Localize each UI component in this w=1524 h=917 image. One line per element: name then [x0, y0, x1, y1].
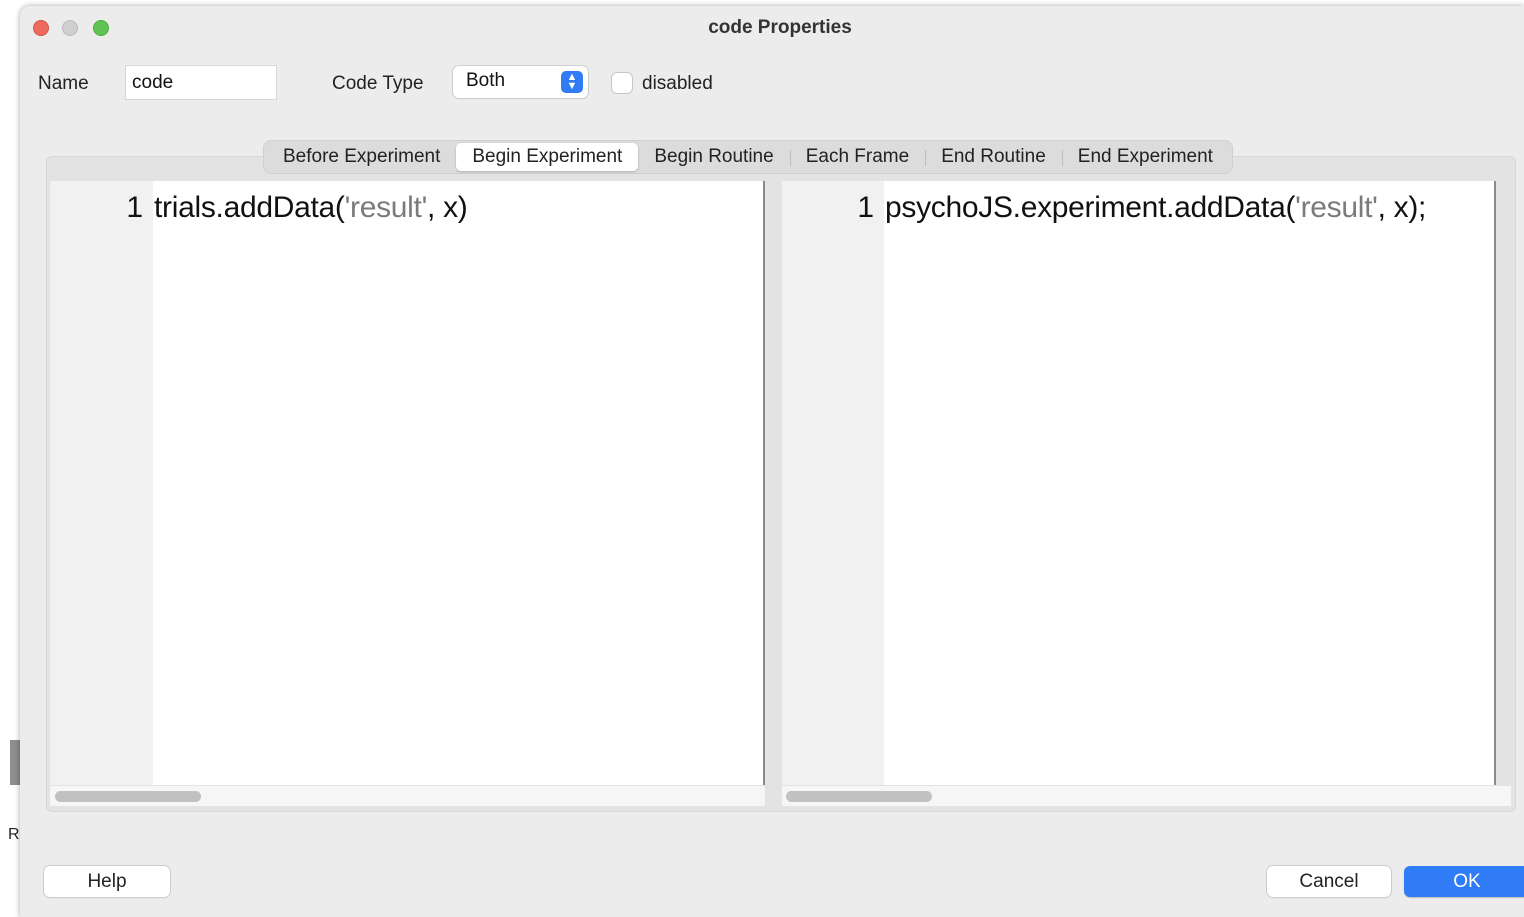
tab-begin-experiment[interactable]: Begin Experiment [456, 143, 639, 171]
tab-end-experiment[interactable]: End Experiment [1062, 143, 1229, 171]
help-button[interactable]: Help [44, 866, 170, 897]
title-bar: code Properties [20, 6, 1524, 48]
code-text: psychoJS.experiment.addData( [885, 191, 1296, 224]
line-number-gutter: 1 [782, 181, 884, 785]
scrollbar-thumb[interactable] [55, 791, 201, 802]
code-line[interactable]: trials.addData('result', x) [154, 191, 468, 225]
name-label: Name [38, 73, 89, 94]
code-tabs: Before Experiment Begin Experiment Begin… [264, 141, 1232, 173]
disabled-label: disabled [642, 73, 713, 94]
line-number-gutter: 1 [50, 181, 153, 785]
code-string-literal: 'result' [1295, 191, 1378, 224]
disabled-checkbox[interactable] [612, 73, 632, 93]
code-type-label: Code Type [332, 73, 424, 94]
code-text: trials.addData( [154, 191, 345, 224]
tab-begin-routine[interactable]: Begin Routine [638, 143, 792, 171]
code-type-value: Both [466, 70, 506, 91]
background-window-text: R [8, 826, 20, 843]
code-text: , x); [1377, 191, 1427, 224]
line-number: 1 [126, 191, 143, 224]
tab-each-frame[interactable]: Each Frame [790, 143, 927, 171]
python-horizontal-scrollbar[interactable] [50, 786, 765, 806]
code-text: , x) [427, 191, 468, 224]
tab-end-routine[interactable]: End Routine [925, 143, 1063, 171]
ok-button[interactable]: OK [1404, 866, 1524, 897]
code-line[interactable]: psychoJS.experiment.addData('result', x)… [885, 191, 1426, 225]
javascript-horizontal-scrollbar[interactable] [782, 786, 1511, 806]
javascript-code-editor[interactable]: 1 psychoJS.experiment.addData('result', … [782, 181, 1496, 785]
name-field[interactable] [126, 66, 276, 99]
code-properties-dialog: code Properties Name Code Type Both ▲▼ d… [20, 6, 1524, 917]
line-number: 1 [857, 191, 874, 224]
chevron-up-down-icon: ▲ ▼ [561, 71, 583, 93]
tab-before-experiment[interactable]: Before Experiment [267, 143, 458, 171]
scrollbar-thumb[interactable] [786, 791, 932, 802]
cancel-button[interactable]: Cancel [1267, 866, 1391, 897]
code-type-select[interactable]: Both ▲ ▼ [453, 66, 588, 98]
window-title: code Properties [708, 17, 852, 38]
code-string-literal: 'result' [344, 191, 428, 224]
python-code-editor[interactable]: 1 trials.addData('result', x) [50, 181, 765, 785]
background-window-element [10, 740, 20, 785]
